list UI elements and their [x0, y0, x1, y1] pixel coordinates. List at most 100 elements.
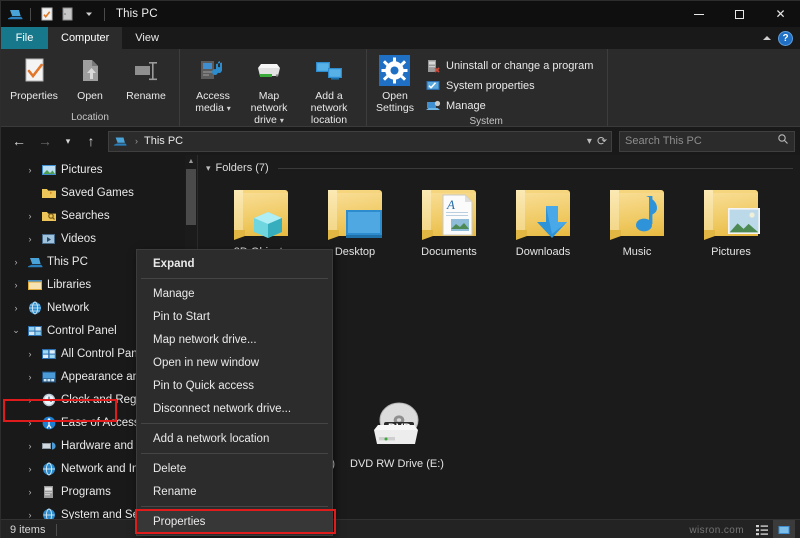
- address-actions: ▾ ⟳: [587, 134, 607, 148]
- folder-music: [604, 186, 670, 242]
- access-media-label: Access media ▾: [186, 90, 240, 115]
- chevron-right-icon[interactable]: ›: [23, 165, 37, 175]
- this-pc-icon[interactable]: [6, 6, 23, 23]
- folder-pictures: [698, 186, 764, 242]
- menu-item-pin-to-start[interactable]: Pin to Start: [137, 305, 332, 328]
- chevron-right-icon[interactable]: ›: [23, 395, 37, 405]
- sidebar-item-searches[interactable]: ›Searches: [1, 204, 197, 227]
- group-header-line: [278, 168, 793, 169]
- ribbon: Properties Open: [1, 49, 800, 127]
- manage-button[interactable]: Manage: [423, 96, 597, 116]
- folder-item[interactable]: ADocuments: [402, 180, 496, 276]
- forward-button[interactable]: →: [33, 130, 57, 152]
- address-field[interactable]: › This PC ▾ ⟳: [108, 131, 612, 152]
- manage-icon: [425, 98, 441, 114]
- folder-item[interactable]: Downloads: [496, 180, 590, 276]
- chevron-right-icon[interactable]: ›: [23, 487, 37, 497]
- open-icon: [74, 55, 106, 87]
- chevron-right-icon[interactable]: ›: [23, 510, 37, 520]
- chevron-right-icon[interactable]: ›: [9, 280, 23, 290]
- scroll-up-arrow[interactable]: ▲: [185, 155, 197, 167]
- explorer-body: ›PicturesSaved Games›Searches›Videos›Thi…: [1, 155, 800, 519]
- device-item[interactable]: DVDDVD RW Drive (E:): [350, 392, 444, 488]
- rename-button[interactable]: Rename: [119, 52, 173, 102]
- scrollbar-thumb[interactable]: [186, 169, 196, 225]
- tab-view[interactable]: View: [122, 27, 172, 49]
- network-internet-icon: [41, 461, 57, 477]
- access-media-button[interactable]: Access media ▾: [186, 52, 240, 115]
- sidebar-item-saved-games[interactable]: Saved Games: [1, 181, 197, 204]
- add-network-location-icon: [313, 55, 345, 87]
- tab-computer[interactable]: Computer: [48, 27, 122, 49]
- open-button[interactable]: Open: [63, 52, 117, 102]
- chevron-right-icon[interactable]: ›: [23, 441, 37, 451]
- svg-text:A: A: [446, 197, 455, 212]
- search-input[interactable]: Search This PC: [625, 135, 777, 147]
- chevron-right-icon[interactable]: ›: [23, 464, 37, 474]
- menu-item-disconnect-network-drive[interactable]: Disconnect network drive...: [137, 397, 332, 420]
- menu-item-open-in-new-window[interactable]: Open in new window: [137, 351, 332, 374]
- add-network-location-button[interactable]: Add a network location: [298, 52, 360, 126]
- properties-button[interactable]: Properties: [7, 52, 61, 102]
- refresh-icon[interactable]: ⟳: [597, 134, 607, 148]
- title-bar: This PC ✕: [1, 1, 800, 27]
- uninstall-program-button[interactable]: Uninstall or change a program: [423, 56, 597, 76]
- menu-item-map-network-drive[interactable]: Map network drive...: [137, 328, 332, 351]
- open-settings-button[interactable]: Open Settings: [375, 52, 415, 114]
- chevron-right-icon[interactable]: ›: [23, 418, 37, 428]
- chevron-down-icon[interactable]: ▾: [227, 104, 231, 113]
- view-mode-buttons: [751, 520, 800, 538]
- chevron-right-icon[interactable]: ›: [9, 303, 23, 313]
- chevron-down-icon[interactable]: ▾: [587, 136, 592, 147]
- chevron-right-icon[interactable]: ›: [23, 372, 37, 382]
- menu-item-delete[interactable]: Delete: [137, 457, 332, 480]
- menu-item-properties[interactable]: Properties: [137, 510, 332, 533]
- menu-divider: [141, 278, 328, 279]
- clock-region-icon: [41, 392, 57, 408]
- search-icon[interactable]: [777, 132, 789, 150]
- customize-chevron-icon[interactable]: [80, 6, 97, 23]
- tab-file[interactable]: File: [1, 27, 48, 49]
- menu-item-rename[interactable]: Rename: [137, 480, 332, 503]
- recent-locations-button[interactable]: ▾: [59, 130, 77, 152]
- menu-item-add-a-network-location[interactable]: Add a network location: [137, 427, 332, 450]
- ribbon-group-location: Properties Open: [1, 49, 180, 126]
- open-label: Open: [77, 90, 103, 102]
- chevron-right-icon[interactable]: ›: [23, 234, 37, 244]
- menu-item-pin-to-quick-access[interactable]: Pin to Quick access: [137, 374, 332, 397]
- map-network-drive-button[interactable]: Map network drive ▾: [242, 52, 296, 127]
- open-settings-line2: Settings: [376, 102, 414, 114]
- search-box[interactable]: Search This PC: [619, 131, 795, 152]
- item-count-label: 9 items: [1, 524, 45, 536]
- breadcrumb-this-pc[interactable]: This PC: [144, 135, 183, 147]
- close-button[interactable]: ✕: [760, 1, 800, 27]
- menu-item-expand[interactable]: Expand: [137, 252, 332, 275]
- up-button[interactable]: ↑: [79, 130, 103, 152]
- details-view-icon[interactable]: [751, 520, 773, 538]
- back-button[interactable]: ←: [7, 130, 31, 152]
- folders-group-header[interactable]: ▾ Folders (7): [198, 155, 800, 174]
- sidebar-item-pictures[interactable]: ›Pictures: [1, 158, 197, 181]
- folder-item[interactable]: Pictures: [684, 180, 778, 276]
- menu-item-manage[interactable]: Manage: [137, 282, 332, 305]
- window-title: This PC: [116, 8, 158, 20]
- chevron-right-icon[interactable]: ›: [23, 349, 37, 359]
- help-button[interactable]: ?: [778, 31, 793, 46]
- sidebar-item-videos[interactable]: ›Videos: [1, 227, 197, 250]
- open-folder-icon[interactable]: [59, 6, 76, 23]
- maximize-button[interactable]: [719, 1, 760, 27]
- videos-icon: [41, 231, 57, 247]
- manage-label: Manage: [446, 100, 486, 112]
- properties-icon[interactable]: [38, 6, 55, 23]
- folder-item[interactable]: Music: [590, 180, 684, 276]
- large-icons-view-icon[interactable]: [773, 520, 795, 538]
- menu-divider: [141, 506, 328, 507]
- chevron-down-icon[interactable]: ⌄: [9, 325, 23, 336]
- system-properties-button[interactable]: System properties: [423, 76, 597, 96]
- chevron-right-icon[interactable]: ›: [23, 211, 37, 221]
- chevron-right-icon[interactable]: ›: [9, 257, 23, 267]
- chevron-down-icon[interactable]: ▾: [280, 116, 284, 125]
- chevron-down-icon[interactable]: ▾: [206, 163, 211, 174]
- chevron-up-icon[interactable]: [763, 36, 771, 40]
- minimize-button[interactable]: [678, 1, 719, 27]
